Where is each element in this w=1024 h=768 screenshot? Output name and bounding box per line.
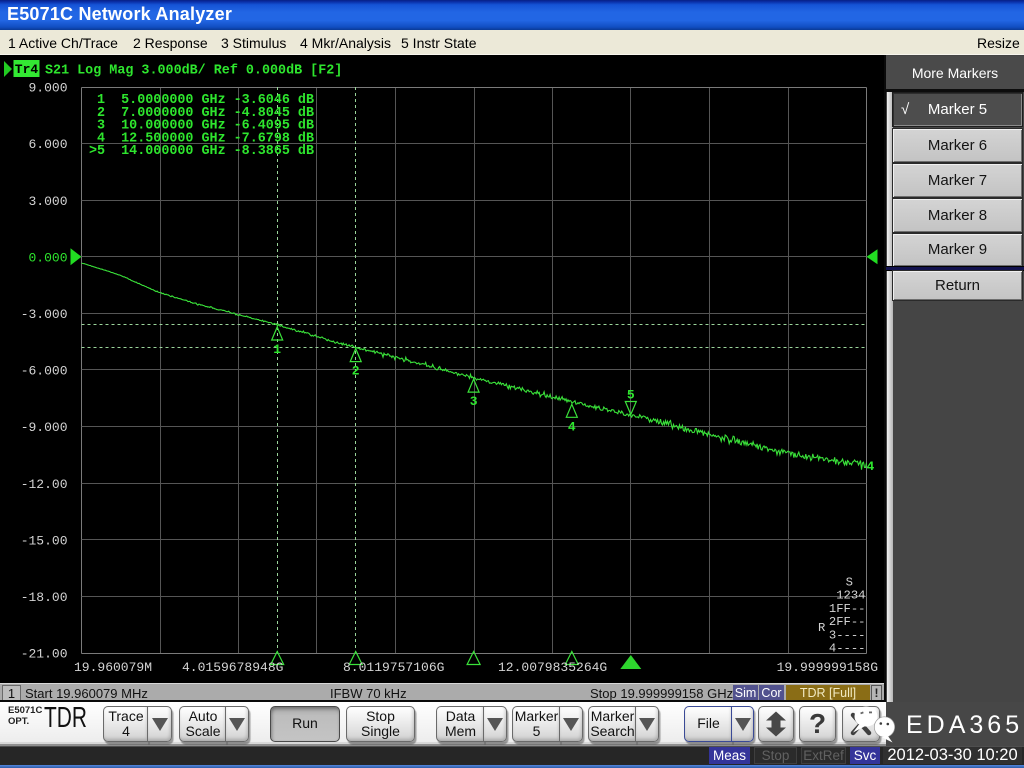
svg-text:-18.00: -18.00 <box>21 590 68 605</box>
svg-text:1234: 1234 <box>836 589 865 603</box>
svg-text:-21.00: -21.00 <box>21 647 68 662</box>
svg-text:3.000: 3.000 <box>28 194 67 209</box>
svg-text:-3.000: -3.000 <box>21 307 68 322</box>
svg-text:-9.000: -9.000 <box>21 420 68 435</box>
svg-text:-6.000: -6.000 <box>21 364 68 379</box>
svg-text:3: 3 <box>470 394 478 409</box>
svg-text:6.000: 6.000 <box>28 137 67 152</box>
svg-text:3----: 3---- <box>829 628 866 642</box>
svg-text:8.0119757106G: 8.0119757106G <box>343 660 444 675</box>
svg-text:-12.00: -12.00 <box>21 477 68 492</box>
svg-text:>5 14.000000 GHz -8.3865 dB: >5 14.000000 GHz -8.3865 dB <box>89 144 314 159</box>
svg-text:4.0159678948G: 4.0159678948G <box>182 660 283 675</box>
svg-text:2FF--: 2FF-- <box>829 615 866 629</box>
svg-text:S: S <box>846 576 853 590</box>
svg-text:4----: 4---- <box>829 642 866 656</box>
svg-text:19.999999158G: 19.999999158G <box>777 660 878 675</box>
svg-text:12.0079835264G: 12.0079835264G <box>498 660 607 675</box>
svg-text:-15.00: -15.00 <box>21 533 68 548</box>
svg-text:S21 Log Mag 3.000dB/ Ref 0.000: S21 Log Mag 3.000dB/ Ref 0.000dB [F2] <box>45 64 342 79</box>
svg-text:R: R <box>818 621 825 635</box>
svg-text:5: 5 <box>627 388 635 403</box>
svg-text:4: 4 <box>867 459 875 474</box>
svg-text:0.000: 0.000 <box>28 250 67 265</box>
svg-text:19.960079M: 19.960079M <box>74 660 152 675</box>
svg-text:4: 4 <box>568 419 576 434</box>
svg-text:2: 2 <box>352 364 360 379</box>
svg-text:1: 1 <box>273 342 281 357</box>
svg-text:1FF--: 1FF-- <box>829 602 866 616</box>
svg-text:9.000: 9.000 <box>28 81 67 96</box>
svg-text:Tr4: Tr4 <box>15 62 39 77</box>
